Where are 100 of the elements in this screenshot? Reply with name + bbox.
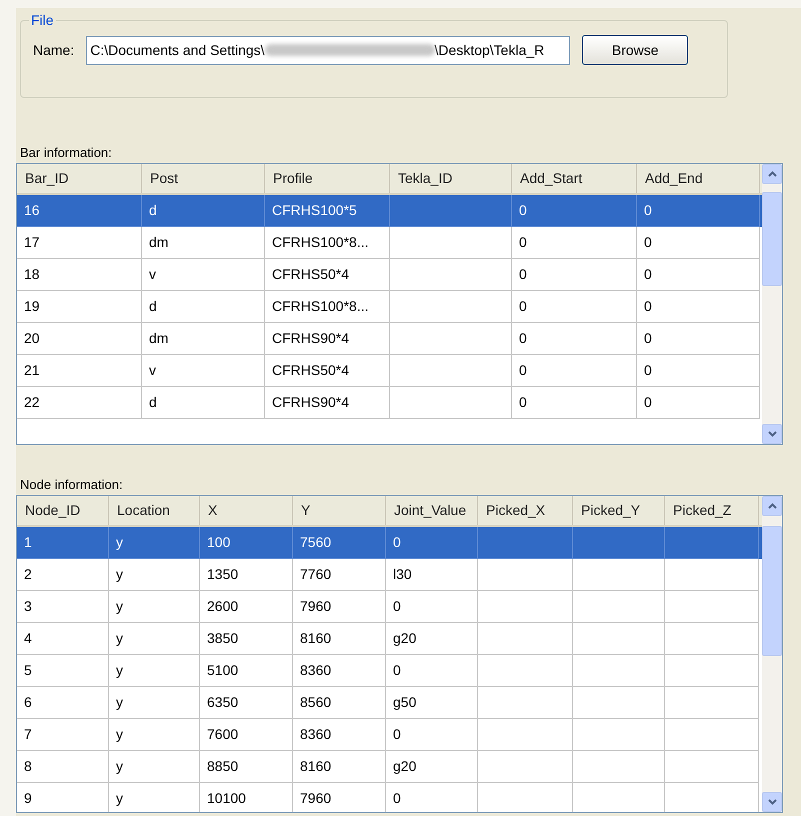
column-header[interactable]: Picked_Z xyxy=(665,496,759,525)
table-cell-text: 0 xyxy=(393,789,401,808)
table-row[interactable]: 17 dm CFRHS100*8... 0 0 xyxy=(17,227,762,259)
table-cell-text: 17 xyxy=(24,233,40,252)
table-cell-text: y xyxy=(116,565,123,584)
table-cell-text: 1350 xyxy=(207,565,238,584)
table-cell-text: CFRHS90*4 xyxy=(272,329,350,348)
table-cell-text: 0 xyxy=(644,297,652,316)
table-cell-text: CFRHS100*5 xyxy=(272,201,357,220)
table-cell-text: 0 xyxy=(519,393,527,412)
scroll-thumb[interactable] xyxy=(762,526,782,656)
table-cell-text: 7760 xyxy=(300,565,332,584)
table-row[interactable]: 3 y 2600 7960 0 xyxy=(17,591,762,623)
chevron-down-icon xyxy=(768,799,776,805)
scroll-up-button[interactable] xyxy=(762,496,782,516)
column-header[interactable]: Y xyxy=(293,496,386,525)
table-row[interactable]: 4 y 3850 8160 g20 xyxy=(17,623,762,655)
column-header[interactable]: Location xyxy=(109,496,200,525)
table-cell-text: 5 xyxy=(24,661,32,680)
table-cell-text: 8360 xyxy=(300,725,332,744)
table-cell-text: y xyxy=(116,693,123,712)
table-cell-text: 0 xyxy=(644,329,652,348)
browse-button[interactable]: Browse xyxy=(582,35,688,65)
table-row[interactable]: 19 d CFRHS100*8... 0 0 xyxy=(17,291,762,323)
column-header[interactable]: Joint_Value xyxy=(386,496,478,525)
table-cell-text: 2 xyxy=(24,565,32,584)
table-cell-text: y xyxy=(116,533,123,552)
name-label: Name: xyxy=(33,40,74,60)
table-cell-text: 7600 xyxy=(207,725,238,744)
table-cell-text: y xyxy=(116,725,123,744)
table-row[interactable]: 20 dm CFRHS90*4 0 0 xyxy=(17,323,762,355)
column-header[interactable]: Post xyxy=(142,164,265,193)
table-cell-text: 22 xyxy=(24,393,40,412)
table-cell-text: CFRHS50*4 xyxy=(272,265,350,284)
table-cell-text: 0 xyxy=(393,725,401,744)
table-cell-text: v xyxy=(149,361,156,380)
table-cell-text: 21 xyxy=(24,361,40,380)
table-row[interactable]: 18 v CFRHS50*4 0 0 xyxy=(17,259,762,291)
table-row[interactable]: 16 d CFRHS100*5 0 0 xyxy=(17,195,762,227)
table-row[interactable]: 1 y 100 7560 0 xyxy=(17,527,762,559)
table-row[interactable]: 21 v CFRHS50*4 0 0 xyxy=(17,355,762,387)
column-header[interactable]: Picked_Y xyxy=(573,496,665,525)
table-cell-text: g20 xyxy=(393,629,416,648)
table-cell-text: 8160 xyxy=(300,757,332,776)
column-header[interactable]: Bar_ID xyxy=(17,164,142,193)
table-cell-text: dm xyxy=(149,233,168,252)
table-cell-text: 0 xyxy=(644,361,652,380)
column-header[interactable]: Add_End xyxy=(637,164,760,193)
scroll-down-button[interactable] xyxy=(762,424,782,444)
table-cell-text: l30 xyxy=(393,565,412,584)
table-cell-text: 8560 xyxy=(300,693,332,712)
table-cell-text: 6350 xyxy=(207,693,238,712)
table-cell-text: 0 xyxy=(519,329,527,348)
chevron-up-icon xyxy=(768,171,776,177)
table-cell-text: 0 xyxy=(393,533,401,552)
table-cell-text: y xyxy=(116,597,123,616)
column-header[interactable]: Tekla_ID xyxy=(390,164,512,193)
scroll-thumb[interactable] xyxy=(762,192,782,286)
table-row[interactable]: 5 y 5100 8360 0 xyxy=(17,655,762,687)
column-header[interactable]: Add_Start xyxy=(512,164,637,193)
table-row[interactable]: 22 d CFRHS90*4 0 0 xyxy=(17,387,762,419)
table-cell-text: 7560 xyxy=(300,533,332,552)
table-cell-text: 9 xyxy=(24,789,32,808)
table-label: Node information: xyxy=(20,476,124,494)
table-cell-text: 8160 xyxy=(300,629,332,648)
scroll-up-button[interactable] xyxy=(762,164,782,184)
table-row[interactable]: 2 y 1350 7760 l30 xyxy=(17,559,762,591)
table-cell-text: g50 xyxy=(393,693,416,712)
table-cell-text: y xyxy=(116,757,123,776)
table-cell-text: 20 xyxy=(24,329,40,348)
table-cell-text: 0 xyxy=(393,661,401,680)
table-cell-text: 7 xyxy=(24,725,32,744)
table-cell-text: CFRHS50*4 xyxy=(272,361,350,380)
table-row[interactable]: 8 y 8850 8160 g20 xyxy=(17,751,762,783)
table-cell-text: 7960 xyxy=(300,789,332,808)
path-field[interactable]: C:\Documents and Settings\ \Desktop\Tekla_R xyxy=(86,36,570,64)
scrollbar[interactable] xyxy=(762,164,782,444)
column-header[interactable]: Node_ID xyxy=(17,496,109,525)
table-row[interactable]: 7 y 7600 8360 0 xyxy=(17,719,762,751)
table-cell-text: 0 xyxy=(644,265,652,284)
table-cell-text: 0 xyxy=(393,597,401,616)
table-cell-text: d xyxy=(149,201,157,220)
table-cell-text: 8360 xyxy=(300,661,332,680)
table-cell-text: d xyxy=(149,297,157,316)
table-cell-text: 7960 xyxy=(300,597,332,616)
table-cell-text: 3 xyxy=(24,597,32,616)
table-cell-text: 0 xyxy=(519,297,527,316)
scrollbar[interactable] xyxy=(762,496,782,812)
table-cell-text: CFRHS90*4 xyxy=(272,393,350,412)
table-cell-text: dm xyxy=(149,329,168,348)
table-cell-text: 8 xyxy=(24,757,32,776)
column-header[interactable]: X xyxy=(200,496,293,525)
scroll-down-button[interactable] xyxy=(762,792,782,812)
table-cell-text: CFRHS100*8... xyxy=(272,233,368,252)
column-header[interactable]: Profile xyxy=(265,164,390,193)
table-cell-text: 100 xyxy=(207,533,230,552)
table-row[interactable]: 6 y 6350 8560 g50 xyxy=(17,687,762,719)
column-header[interactable]: Picked_X xyxy=(478,496,573,525)
chevron-down-icon xyxy=(768,431,776,437)
table-cell-text: g20 xyxy=(393,757,416,776)
